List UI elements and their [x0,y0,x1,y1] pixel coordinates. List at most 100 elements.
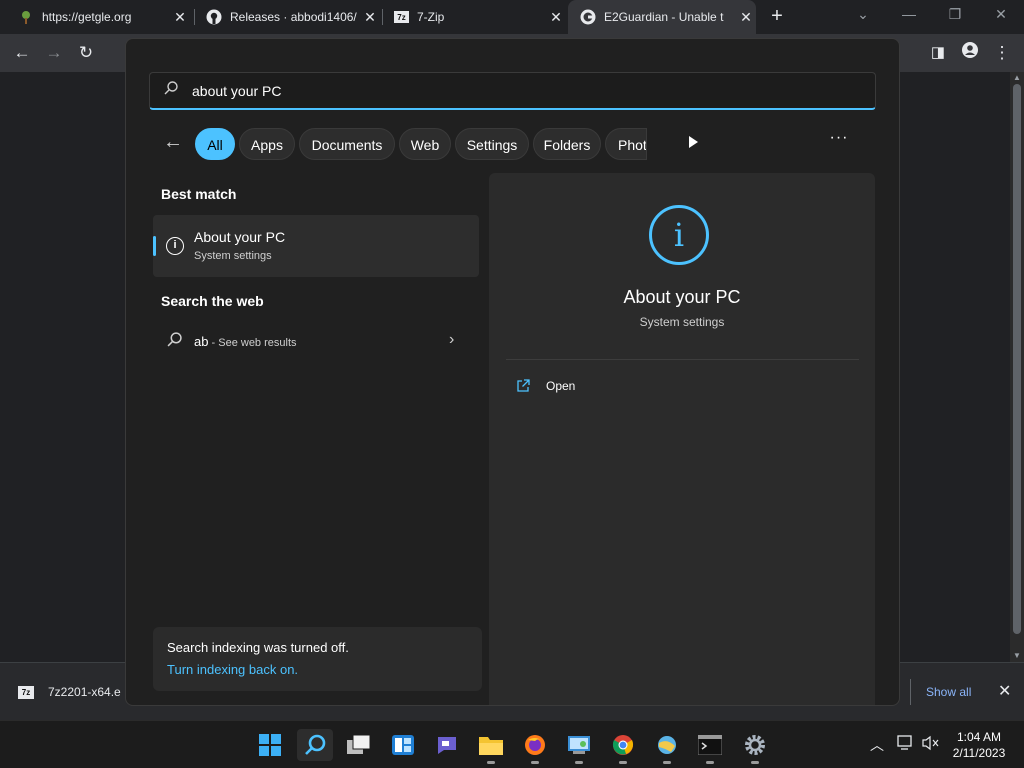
tab-getgle[interactable]: https://getgle.org ✕ [0,0,190,34]
tab-strip: https://getgle.org ✕ Releases · abbodi14… [0,0,1024,34]
selection-indicator [153,236,156,256]
page-scrollbar[interactable]: ▲ ▼ [1010,72,1024,662]
best-match-subtitle: System settings [194,250,272,262]
network-icon[interactable] [897,735,915,754]
firefox-icon[interactable] [517,729,553,764]
back-arrow-icon[interactable]: ← [163,131,185,155]
widgets-icon[interactable] [385,729,421,761]
menu-kebab-icon[interactable]: ⋮ [990,41,1014,65]
tab-7zip[interactable]: 7z 7-Zip ✕ [376,0,566,34]
teams-chat-icon[interactable] [429,729,465,761]
close-tab-icon[interactable]: ✕ [170,9,190,26]
filter-settings[interactable]: Settings [455,128,529,160]
web-result-item[interactable]: ab - See web results › [153,324,479,360]
web-result-suffix: - See web results [208,337,297,349]
chrome-icon[interactable] [605,729,641,764]
open-external-icon [516,379,530,393]
clock[interactable]: 1:04 AM 2/11/2023 [944,729,1014,761]
more-options-icon[interactable]: ··· [829,129,849,147]
side-panel-icon[interactable]: ◨ [926,41,950,65]
minimize-icon[interactable]: — [886,0,932,30]
detail-subtitle: System settings [639,315,725,329]
filter-all[interactable]: All [195,128,235,160]
github-icon [206,9,222,25]
scroll-thumb[interactable] [1013,84,1021,634]
divider [910,679,911,705]
scroll-up-icon[interactable]: ▲ [1010,72,1024,84]
tab-title: Releases · abbodi1406/ [230,10,357,24]
scroll-down-icon[interactable]: ▼ [1010,650,1024,662]
task-view-icon[interactable] [341,729,377,761]
search-taskbar-icon[interactable] [297,729,333,761]
close-download-bar-icon[interactable]: ✕ [998,681,1011,701]
file-explorer-icon[interactable] [473,729,509,764]
tab-e2guardian[interactable]: E2Guardian - Unable t ✕ [568,0,756,34]
getgle-favicon-icon [18,9,34,25]
search-input[interactable] [192,82,875,99]
download-filename: 7z2201-x64.e [48,685,121,699]
divider [506,359,859,360]
restore-icon[interactable]: ❐ [932,0,978,30]
turn-indexing-on-link[interactable]: Turn indexing back on. [167,662,298,677]
reload-icon[interactable]: ↻ [74,41,98,65]
web-result-text: ab - See web results [194,334,297,349]
search-icon [164,81,180,100]
clock-time: 1:04 AM [956,730,1002,744]
open-action[interactable]: Open [516,379,575,393]
filter-web[interactable]: Web [399,128,451,160]
close-window-icon[interactable]: ✕ [978,0,1024,30]
back-arrow-icon[interactable]: ← [10,41,34,65]
volume-muted-icon[interactable] [922,735,940,754]
search-flyout: ← All Apps Documents Web Settings Folder… [125,38,900,706]
best-match-item[interactable]: i About your PC System settings [153,215,479,277]
show-hidden-icons-chevron-icon[interactable]: ︿ [870,735,884,755]
indexing-notice: Search indexing was turned off. Turn ind… [153,627,482,691]
profile-avatar-icon[interactable] [958,41,982,65]
running-indicator [751,761,759,764]
forward-arrow-icon[interactable]: → [42,41,66,65]
tab-title: E2Guardian - Unable t [604,10,724,24]
tab-releases[interactable]: Releases · abbodi1406/ ✕ [188,0,380,34]
filter-photos[interactable]: Phot [605,128,647,160]
show-all-link[interactable]: Show all [926,685,971,699]
best-match-title: About your PC [194,229,286,245]
info-icon: i [649,205,709,265]
scroll-filters-play-icon[interactable] [689,136,698,148]
filter-folders[interactable]: Folders [533,128,601,160]
indexing-message: Search indexing was turned off. [167,640,349,655]
search-filters: ← All Apps Documents Web Settings Folder… [149,127,879,161]
app-globe-icon[interactable] [649,729,685,764]
tab-title: 7-Zip [417,10,445,24]
settings-gear-icon[interactable] [737,729,773,764]
taskbar: ︿ 1:04 AM 2/11/2023 [0,720,1024,768]
download-item[interactable]: 7z 7z2201-x64.e [18,685,121,699]
search-web-header: Search the web [161,293,264,309]
7zip-file-icon: 7z [18,685,34,699]
info-icon: i [166,237,184,255]
start-windows-icon[interactable] [252,729,288,761]
google-icon [580,9,596,25]
filter-apps[interactable]: Apps [239,128,295,160]
running-indicator [663,761,671,764]
chevron-right-icon: › [449,331,455,348]
control-panel-icon[interactable] [561,729,597,764]
best-match-header: Best match [161,186,237,202]
clock-date: 2/11/2023 [952,746,1006,760]
close-tab-icon[interactable]: ✕ [546,9,566,26]
terminal-icon[interactable] [692,729,728,764]
search-box[interactable] [149,72,876,110]
web-result-term: ab [194,334,209,349]
new-tab-button[interactable]: + [766,5,788,27]
tab-search-chevron-icon[interactable]: ⌄ [840,0,886,30]
tab-title: https://getgle.org [42,10,132,24]
close-tab-icon[interactable]: ✕ [736,9,756,26]
search-icon [167,332,182,352]
detail-title: About your PC [623,287,741,307]
7zip-icon: 7z [394,11,409,23]
running-indicator [531,761,539,764]
open-label: Open [546,379,576,393]
running-indicator [706,761,714,764]
running-indicator [575,761,583,764]
filter-documents[interactable]: Documents [299,128,395,160]
running-indicator [619,761,627,764]
